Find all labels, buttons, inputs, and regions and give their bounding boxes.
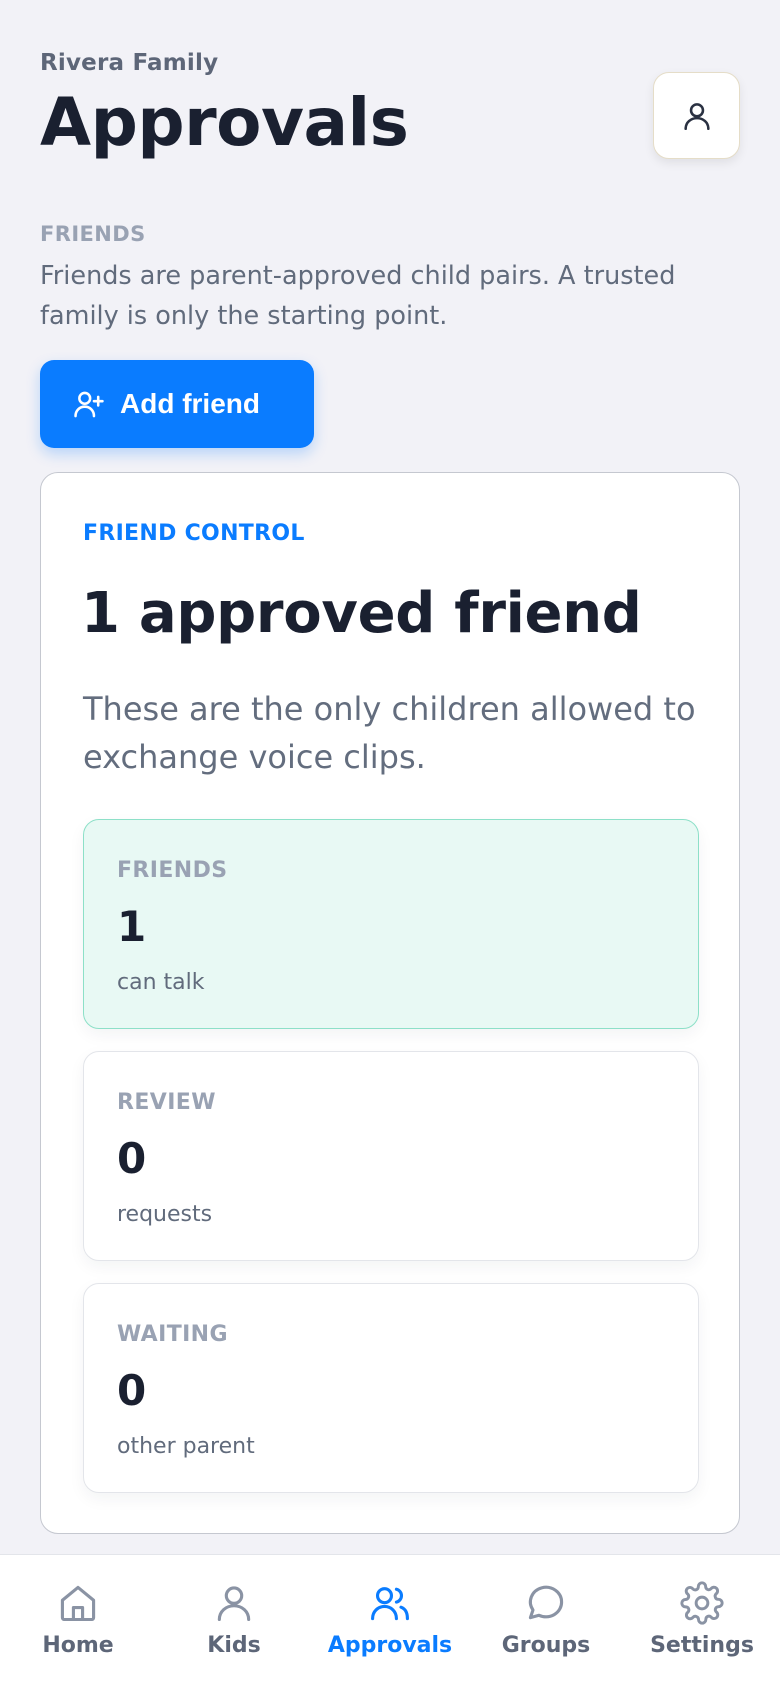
stat-value: 0 xyxy=(117,1366,147,1415)
card-kicker: FRIEND CONTROL xyxy=(83,521,305,546)
tab-label: Home xyxy=(42,1633,114,1658)
tab-label: Groups xyxy=(501,1633,591,1658)
tab-groups[interactable]: Groups xyxy=(471,1581,621,1658)
person-icon xyxy=(683,102,710,130)
tab-label: Kids xyxy=(207,1633,261,1658)
stat-caption: requests xyxy=(117,1202,213,1227)
chat-bubble-icon xyxy=(528,1585,564,1620)
profile-button[interactable] xyxy=(653,72,740,159)
stat-caption: can talk xyxy=(117,970,205,995)
section-description: Friends are parent-approved child pairs.… xyxy=(40,261,676,331)
stat-label: FRIENDS xyxy=(117,858,228,883)
tab-label: Settings xyxy=(650,1633,754,1658)
section-kicker: FRIENDS xyxy=(40,222,146,246)
family-name: Rivera Family xyxy=(40,50,219,76)
person-icon xyxy=(217,1586,251,1622)
tab-label: Approvals xyxy=(327,1633,453,1658)
stat-caption: other parent xyxy=(117,1434,255,1459)
tab-settings[interactable]: Settings xyxy=(627,1581,777,1658)
tab-kids[interactable]: Kids xyxy=(159,1581,309,1658)
stat-waiting[interactable]: WAITING 0 other parent xyxy=(83,1283,699,1493)
stat-label: REVIEW xyxy=(117,1090,216,1115)
header: Rivera Family Approvals xyxy=(40,50,740,161)
card-description: These are the only children allowed to e… xyxy=(83,690,696,776)
page-title: Approvals xyxy=(40,84,409,161)
tab-approvals[interactable]: Approvals xyxy=(315,1581,465,1658)
gear-icon xyxy=(680,1581,724,1625)
tab-bar: Home Kids Approvals Groups Settings xyxy=(0,1554,780,1688)
stat-label: WAITING xyxy=(117,1322,228,1347)
home-icon xyxy=(60,1585,96,1622)
stat-value: 1 xyxy=(117,902,147,951)
tab-home[interactable]: Home xyxy=(3,1581,153,1658)
card-title: 1 approved friend xyxy=(81,581,642,646)
stat-value: 0 xyxy=(117,1134,147,1183)
stat-review[interactable]: REVIEW 0 requests xyxy=(83,1051,699,1261)
stat-friends[interactable]: FRIENDS 1 can talk xyxy=(83,819,699,1029)
add-friend-button[interactable]: Add friend xyxy=(40,360,314,448)
person-plus-icon xyxy=(74,391,104,418)
friend-control-card: FRIEND CONTROL 1 approved friend These a… xyxy=(40,472,740,1534)
approvals-screen: Rivera Family Approvals FRIENDS Friends … xyxy=(0,0,780,1688)
add-friend-label: Add friend xyxy=(120,388,260,419)
people-icon xyxy=(371,1587,409,1621)
